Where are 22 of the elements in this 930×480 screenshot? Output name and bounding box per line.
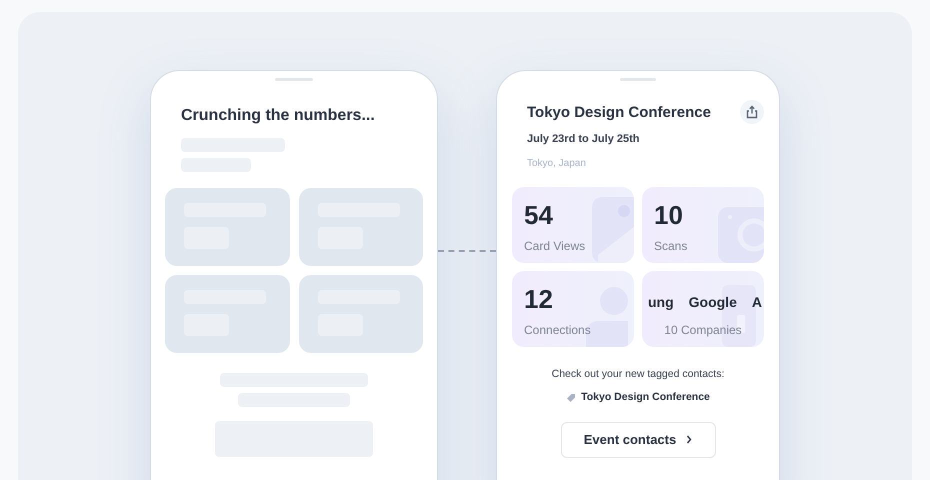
chevron-right-icon bbox=[686, 435, 692, 444]
stat-label: 10 Companies bbox=[663, 322, 743, 339]
picture-icon bbox=[592, 197, 634, 263]
stat-label: Card Views bbox=[524, 238, 586, 255]
event-location: Tokyo, Japan bbox=[526, 157, 587, 171]
event-title: Tokyo Design Conference bbox=[527, 103, 711, 123]
share-icon bbox=[745, 105, 759, 119]
tagged-contacts-note: Check out your new tagged contacts: bbox=[550, 367, 726, 382]
stat-label: Connections bbox=[524, 322, 591, 339]
tag-label: Tokyo Design Conference bbox=[581, 390, 710, 405]
stat-label: Scans bbox=[654, 238, 688, 255]
loading-title: Crunching the numbers... bbox=[181, 106, 376, 126]
stat-value: 10 bbox=[654, 200, 683, 230]
event-contacts-button[interactable]: Event contacts bbox=[560, 422, 716, 458]
stat-value: 54 bbox=[524, 200, 553, 230]
tag-icon bbox=[566, 392, 576, 403]
company-logo: ung bbox=[648, 293, 674, 312]
company-logo: Google bbox=[688, 293, 737, 312]
event-dates: July 23rd to July 25th bbox=[526, 132, 640, 146]
stat-value: 12 bbox=[524, 284, 553, 314]
share-button[interactable] bbox=[740, 100, 764, 124]
company-logo: A bbox=[752, 293, 762, 312]
